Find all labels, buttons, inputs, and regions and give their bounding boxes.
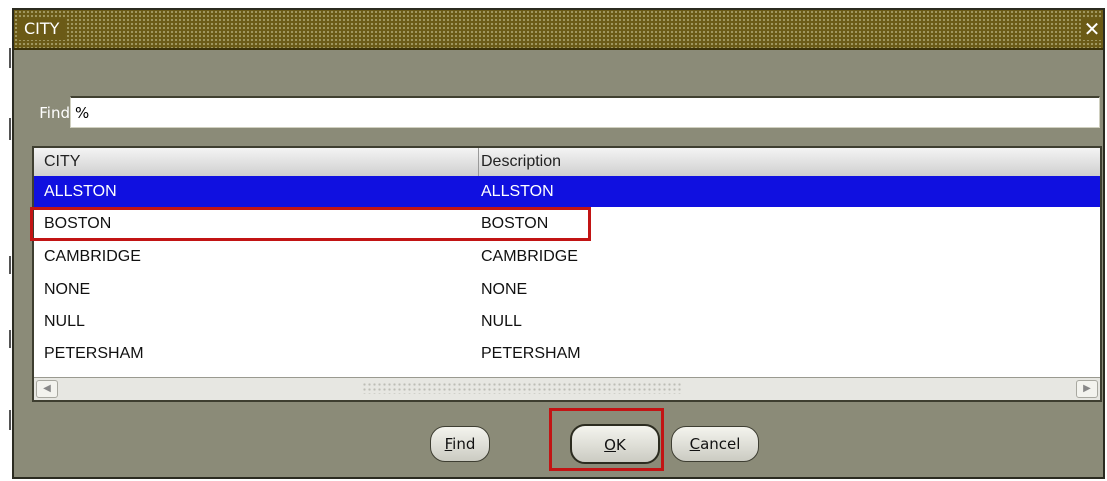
title-bar[interactable]: CITY ✕ <box>14 10 1103 50</box>
description-cell: CAMBRIDGE <box>481 248 578 265</box>
list-header: CITY Description <box>34 148 1100 177</box>
find-label: Find <box>39 104 70 122</box>
list-row-null[interactable]: NULL NULL <box>34 306 1100 337</box>
list-row-cambridge[interactable]: CAMBRIDGE CAMBRIDGE <box>34 241 1100 272</box>
city-cell: BOSTON <box>44 215 112 232</box>
city-cell: NULL <box>44 313 85 330</box>
list-row-none[interactable]: NONE NONE <box>34 274 1100 305</box>
description-cell: NONE <box>481 281 528 298</box>
cancel-button[interactable]: Cancel <box>671 426 759 462</box>
find-button[interactable]: Find <box>430 426 490 462</box>
description-cell: BOSTON <box>481 215 549 232</box>
scrollbar-thumb[interactable] <box>362 382 682 394</box>
find-label-rest: ind <box>452 435 476 453</box>
left-gutter <box>0 0 12 481</box>
city-cell: CAMBRIDGE <box>44 248 141 265</box>
ok-button[interactable]: OK <box>570 424 660 464</box>
ok-label-rest: K <box>615 436 626 454</box>
column-header-city[interactable]: CITY <box>34 148 479 176</box>
find-input[interactable] <box>70 96 1100 128</box>
list-row-boston[interactable]: BOSTON BOSTON <box>34 208 1100 239</box>
list-row-allston[interactable]: ALLSTON ALLSTON <box>34 176 1100 207</box>
list-row-petersham[interactable]: PETERSHAM PETERSHAM <box>34 338 1100 369</box>
scroll-right-icon[interactable]: ▶ <box>1076 380 1098 398</box>
cancel-mnemonic: C <box>689 435 701 453</box>
scroll-left-icon[interactable]: ◀ <box>36 380 58 398</box>
city-cell: ALLSTON <box>44 183 117 200</box>
horizontal-scrollbar[interactable]: ◀ ▶ <box>34 377 1100 400</box>
city-cell: PETERSHAM <box>44 345 144 362</box>
dialog-title: CITY <box>18 18 66 40</box>
cancel-label-rest: ancel <box>700 435 741 453</box>
results-list: CITY Description ALLSTON ALLSTON BOSTON … <box>32 146 1102 402</box>
close-icon[interactable]: ✕ <box>1081 18 1103 40</box>
description-cell: NULL <box>481 313 522 330</box>
city-cell: NONE <box>44 281 91 298</box>
city-lov-dialog: CITY ✕ Find CITY Description ALLSTON ALL… <box>12 8 1105 479</box>
column-header-description[interactable]: Description <box>479 148 561 176</box>
ok-mnemonic: O <box>604 436 616 454</box>
description-cell: PETERSHAM <box>481 345 581 362</box>
description-cell: ALLSTON <box>481 183 554 200</box>
